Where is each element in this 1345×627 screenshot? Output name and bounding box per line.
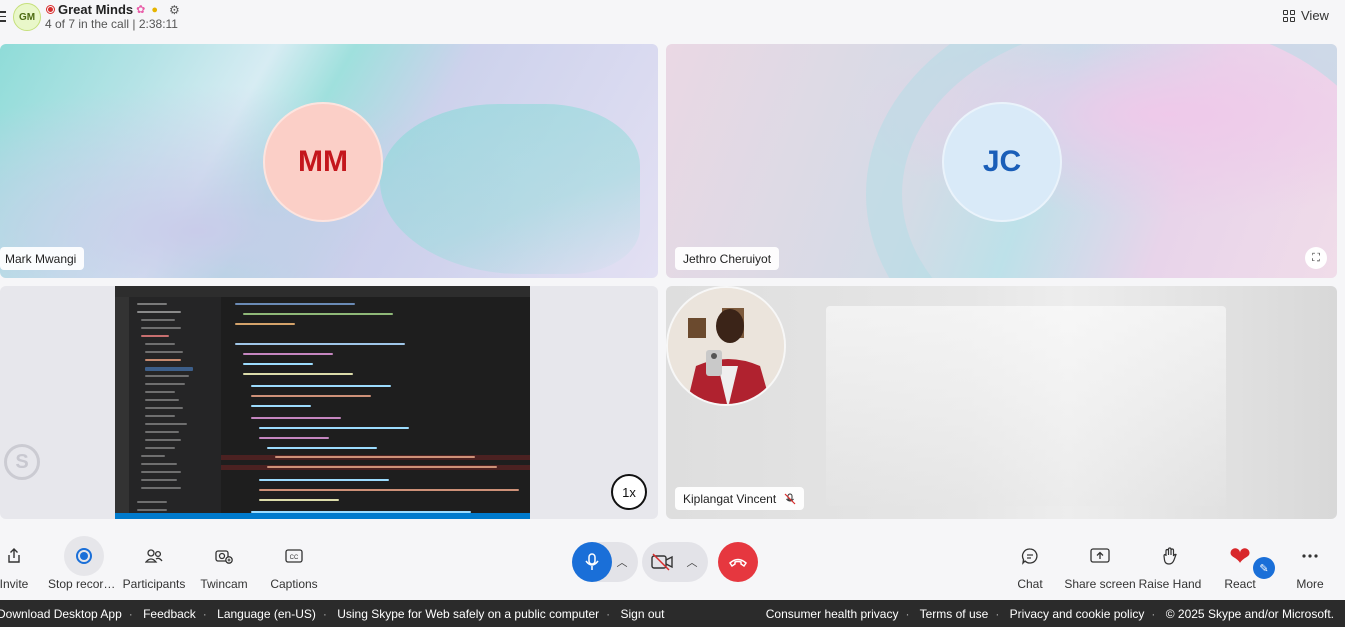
participant-name-tag: Kiplangat Vincent: [675, 487, 805, 510]
record-icon: [64, 536, 104, 576]
view-button[interactable]: View: [1283, 8, 1329, 23]
brain-emoji-icon: ✿: [136, 4, 146, 16]
group-avatar[interactable]: GM: [13, 3, 41, 31]
background-decoration: [866, 44, 1337, 278]
participants-icon: [134, 536, 174, 576]
camera-group: ︿: [642, 542, 708, 582]
more-button[interactable]: More: [1275, 536, 1345, 594]
mic-options-chevron-icon[interactable]: ︿: [612, 554, 632, 570]
download-app-link[interactable]: Download Desktop App: [0, 607, 122, 621]
mic-group: ︿: [572, 542, 638, 582]
background-decoration: [380, 104, 640, 274]
background-decoration: [826, 306, 1226, 506]
share-icon: [0, 536, 34, 576]
twincam-button[interactable]: Twincam: [189, 536, 259, 594]
captions-icon: CC: [274, 536, 314, 576]
lightbulb-emoji-icon: ●: [151, 3, 158, 16]
camera-options-chevron-icon[interactable]: ︿: [682, 554, 702, 570]
menu-icon[interactable]: [0, 11, 6, 22]
camera-toggle-button[interactable]: [642, 542, 682, 582]
participant-name-tag: Mark Mwangi: [0, 247, 85, 270]
sign-out-link[interactable]: Sign out: [620, 607, 664, 621]
edit-reaction-icon[interactable]: ✎: [1253, 557, 1275, 579]
more-icon: [1290, 536, 1330, 576]
footer-bar: Download Desktop App · Feedback · Language…: [0, 600, 1345, 627]
chat-icon: [1010, 536, 1050, 576]
call-title[interactable]: Great Minds: [58, 2, 133, 17]
svg-text:CC: CC: [290, 555, 299, 561]
invite-button[interactable]: Invite: [0, 536, 49, 594]
participant-tile-jethro[interactable]: JC Jethro Cheruiyot ⛶: [666, 44, 1337, 278]
participant-avatar: JC: [942, 102, 1062, 222]
health-privacy-link[interactable]: Consumer health privacy: [766, 607, 899, 621]
screen-share-tile[interactable]: S 1x: [0, 286, 658, 519]
footer-left-links: Download Desktop App · Feedback · Language…: [0, 607, 665, 621]
language-link[interactable]: Language (en-US): [217, 607, 316, 621]
recording-indicator-icon: [46, 5, 55, 14]
mic-toggle-button[interactable]: [572, 542, 612, 582]
copyright-text: © 2025 Skype and/or Microsoft.: [1165, 607, 1334, 621]
participant-name: Mark Mwangi: [5, 251, 77, 266]
participant-name-tag: Jethro Cheruiyot: [675, 247, 780, 270]
hang-up-icon: [729, 558, 747, 568]
skype-watermark-icon: S: [4, 444, 40, 480]
terms-link[interactable]: Terms of use: [920, 607, 989, 621]
call-header: GM Great Minds ✿ ● ⚙ 4 of 7 in the call …: [0, 0, 1345, 40]
chat-button[interactable]: Chat: [995, 536, 1065, 594]
call-status: 4 of 7 in the call | 2:38:11: [45, 17, 178, 31]
privacy-cookie-link[interactable]: Privacy and cookie policy: [1010, 607, 1145, 621]
fullscreen-icon[interactable]: ⛶: [1305, 247, 1327, 269]
safety-link[interactable]: Using Skype for Web safely on a public c…: [337, 607, 599, 621]
editor-sidebar: [129, 297, 221, 513]
editor-activity-bar: [115, 297, 129, 513]
twincam-icon: [204, 536, 244, 576]
stop-recording-button[interactable]: Stop recording: [48, 536, 120, 594]
participant-avatar: MM: [263, 102, 383, 222]
call-title-row: Great Minds ✿ ● ⚙: [46, 2, 180, 17]
editor-titlebar: [115, 286, 530, 297]
captions-button[interactable]: CC Captions: [259, 536, 329, 594]
playback-speed-badge[interactable]: 1x: [611, 474, 647, 510]
feedback-link[interactable]: Feedback: [143, 607, 196, 621]
raise-hand-button[interactable]: Raise Hand: [1135, 536, 1205, 594]
participant-name: Kiplangat Vincent: [683, 491, 777, 506]
share-screen-icon: [1080, 536, 1120, 576]
mic-off-icon: [784, 493, 796, 504]
participant-photo: [666, 286, 786, 406]
microphone-icon: [585, 553, 599, 570]
view-label: View: [1301, 8, 1329, 23]
share-screen-button[interactable]: Share screen: [1064, 536, 1136, 594]
editor-statusbar: [115, 513, 530, 519]
settings-icon[interactable]: ⚙: [169, 3, 180, 17]
shared-screen: [115, 286, 530, 519]
hand-icon: [1150, 536, 1190, 576]
participant-tile-kiplangat[interactable]: Kiplangat Vincent: [666, 286, 1337, 519]
end-call-button[interactable]: [718, 542, 758, 582]
participants-button[interactable]: Participants: [119, 536, 189, 594]
participant-name: Jethro Cheruiyot: [683, 251, 772, 266]
camera-off-icon: [651, 553, 673, 571]
footer-right-links: Consumer health privacy · Terms of use · P…: [765, 607, 1334, 621]
call-toolbar: Invite Stop recording Participants Twinc…: [0, 524, 1345, 596]
editor-pane: [221, 297, 530, 513]
grid-view-icon: [1283, 9, 1295, 22]
call-controls: ︿ ︿: [572, 542, 758, 582]
participant-tile-mark[interactable]: MM Mark Mwangi: [0, 44, 658, 278]
